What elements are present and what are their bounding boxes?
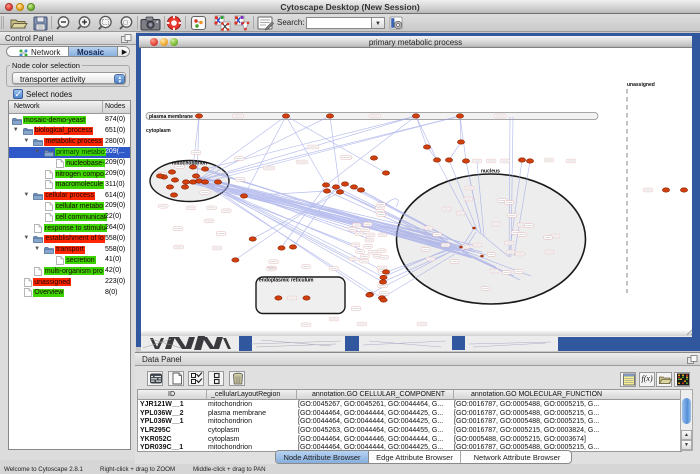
svg-text:endoplasmic reticulum: endoplasmic reticulum	[259, 278, 314, 284]
svg-text:nucleus: nucleus	[481, 169, 500, 175]
svg-text:mitochondrion: mitochondrion	[172, 161, 207, 167]
svg-text:unassigned: unassigned	[627, 82, 655, 88]
svg-text:plasma membrane: plasma membrane	[149, 114, 193, 120]
svg-text:cytoplasm: cytoplasm	[146, 128, 171, 134]
svg-text:▢: ▢	[123, 20, 129, 26]
